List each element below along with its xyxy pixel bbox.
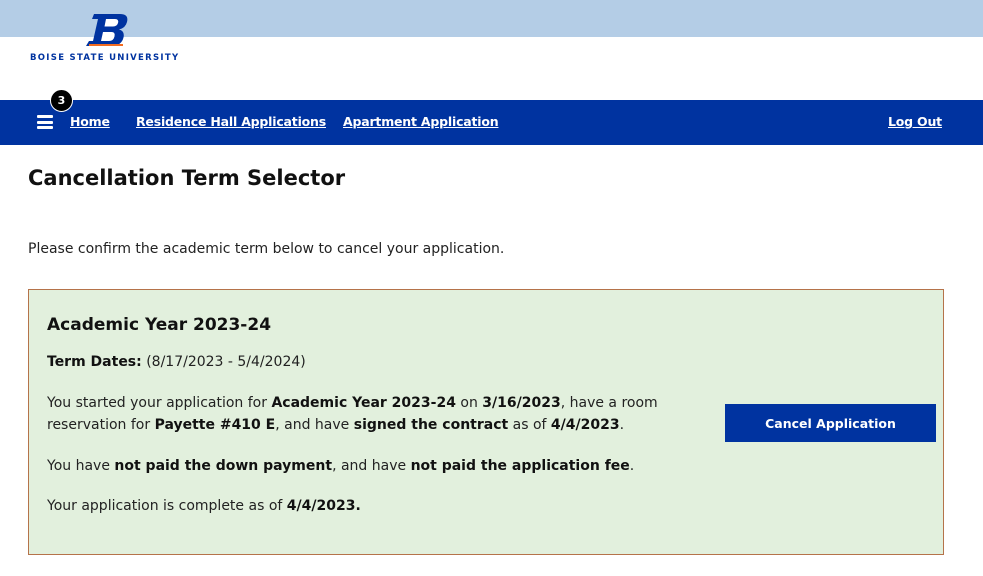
status-line-started: You started your application for Academi…	[47, 395, 658, 411]
term-card: Academic Year 2023-24 Term Dates: (8/17/…	[28, 289, 944, 555]
application-fee-status: not paid the application fee	[410, 458, 630, 474]
contract-status: signed the contract	[353, 417, 509, 433]
university-name: BOISE STATE UNIVERSITY	[30, 53, 180, 63]
term-dates-value: (8/17/2023 - 5/4/2024)	[146, 354, 306, 370]
text: You started your application for	[47, 395, 272, 411]
text: , and have	[332, 458, 411, 474]
notification-badge[interactable]: 3	[50, 89, 73, 112]
instructions-text: Please confirm the academic term below t…	[28, 241, 505, 257]
text: on	[455, 395, 483, 411]
contract-date: 4/4/2023	[550, 417, 620, 433]
text: .	[619, 417, 625, 433]
term-dates: Term Dates: (8/17/2023 - 5/4/2024)	[47, 354, 306, 370]
hamburger-menu-icon[interactable]	[37, 115, 53, 129]
page-title: Cancellation Term Selector	[28, 166, 346, 190]
boise-state-logo-icon[interactable]	[86, 12, 130, 48]
nav-link-apartment-application[interactable]: Apartment Application	[343, 114, 499, 129]
nav-link-residence-hall-applications[interactable]: Residence Hall Applications	[136, 114, 326, 129]
complete-date: 4/4/2023.	[286, 498, 361, 514]
status-line-payments: You have not paid the down payment, and …	[47, 458, 634, 474]
text: You have	[47, 458, 115, 474]
text: reservation for	[47, 417, 155, 433]
down-payment-status: not paid the down payment	[114, 458, 333, 474]
site-header: BOISE STATE UNIVERSITY	[0, 0, 983, 100]
status-line-complete: Your application is complete as of 4/4/2…	[47, 498, 361, 514]
room-name: Payette #410 E	[154, 417, 276, 433]
main-nav: Home Residence Hall Applications Apartme…	[0, 100, 983, 145]
start-date: 3/16/2023	[482, 395, 561, 411]
cancel-application-button[interactable]: Cancel Application	[725, 404, 936, 442]
text: , and have	[275, 417, 354, 433]
term-title: Academic Year 2023-24	[47, 315, 272, 335]
term-name: Academic Year 2023-24	[271, 395, 456, 411]
text: .	[629, 458, 635, 474]
term-dates-label: Term Dates:	[47, 354, 142, 370]
nav-link-home[interactable]: Home	[70, 114, 110, 129]
status-line-reservation: reservation for Payette #410 E, and have…	[47, 417, 624, 433]
text: , have a room	[560, 395, 658, 411]
text: as of	[508, 417, 551, 433]
text: Your application is complete as of	[47, 498, 287, 514]
logout-link[interactable]: Log Out	[888, 114, 942, 129]
